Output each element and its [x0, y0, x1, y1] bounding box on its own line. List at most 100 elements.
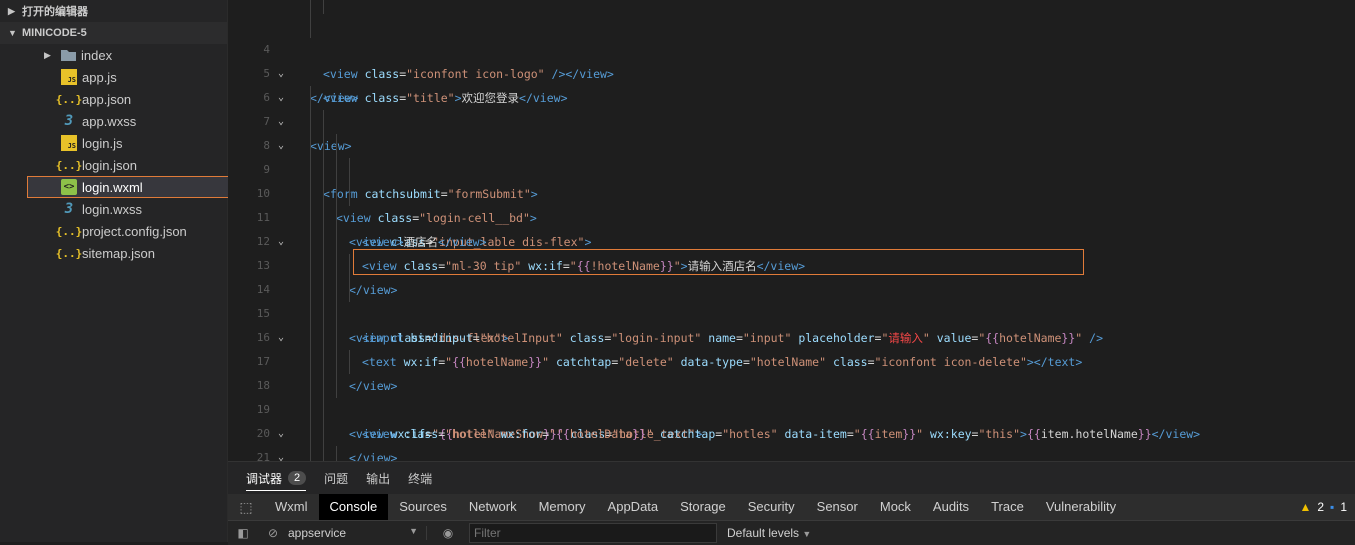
tab-label: 问题: [324, 471, 349, 486]
chevron-down-icon[interactable]: ⌄: [278, 62, 284, 86]
explorer-sidebar: ▶ 打开的编辑器 ▼ MINICODE-5 ▶ index JS app.js …: [0, 0, 233, 542]
tree-item-label: app.wxss: [82, 113, 137, 129]
tree-item-index[interactable]: ▶ index: [0, 44, 227, 66]
tree-item-label: login.js: [82, 135, 123, 151]
devtab-storage[interactable]: Storage: [669, 494, 737, 520]
wxml-file-icon: <>: [61, 179, 77, 195]
code-line: 5 </view>: [228, 38, 1355, 105]
devtab-console[interactable]: Console: [318, 494, 389, 520]
devtab-sensor[interactable]: Sensor: [806, 494, 869, 520]
levels-label: Default levels: [727, 526, 800, 540]
code-line: 15 <text wx:if="{{hotelName}}" catchtap=…: [228, 278, 1355, 369]
code-line: <view class="iconfont icon-logo" /></vie…: [228, 0, 1355, 81]
levels-select[interactable]: Default levels ▼: [727, 526, 811, 540]
chevron-down-icon[interactable]: ⌄: [278, 422, 284, 446]
tree-item-sitemap-json[interactable]: {..} sitemap.json: [0, 242, 227, 264]
messages-count: 1: [1340, 500, 1347, 514]
open-editors-header[interactable]: ▶ 打开的编辑器: [0, 0, 227, 22]
devtab-mock[interactable]: Mock: [869, 494, 922, 520]
css-file-icon: 3: [64, 113, 74, 129]
code-line: 4 <view class="title">欢迎您登录</view>: [228, 14, 1355, 105]
tab-problems[interactable]: 问题: [324, 470, 348, 487]
devtab-trace[interactable]: Trace: [980, 494, 1035, 520]
tree-item-label: login.json: [82, 157, 137, 173]
code-line: 13 ⌄ <view class="dis-flex">: [228, 230, 1355, 345]
tab-output[interactable]: 输出: [366, 470, 390, 487]
issue-counters[interactable]: ▲ 2 ▪ 1: [1299, 500, 1347, 514]
devtab-memory[interactable]: Memory: [528, 494, 597, 520]
count-badge: 2: [288, 471, 307, 485]
devtab-appdata[interactable]: AppData: [597, 494, 670, 520]
json-file-icon: {..}: [55, 224, 83, 238]
tab-label: 终端: [408, 471, 433, 486]
tab-debugger[interactable]: 调试器 2: [246, 470, 307, 491]
chevron-down-icon[interactable]: ⌄: [278, 326, 284, 350]
css-file-icon: 3: [64, 201, 74, 217]
tree-item-label: project.config.json: [82, 223, 187, 239]
chevron-down-icon[interactable]: ⌄: [278, 134, 284, 158]
devtab-wxml[interactable]: Wxml: [264, 494, 319, 520]
dropdown-arrow-icon: ▼: [802, 529, 812, 539]
js-file-icon: JS: [61, 69, 77, 85]
tree-item-login-wxss[interactable]: 3 login.wxss: [0, 198, 227, 220]
panel-tabs: 调试器 2 问题 输出 终端: [228, 462, 1355, 494]
tree-item-project-config-json[interactable]: {..} project.config.json: [0, 220, 227, 242]
tree-item-app-js[interactable]: JS app.js: [0, 66, 227, 88]
code-line: 12 </view>: [228, 206, 1355, 297]
tree-item-label: app.js: [82, 69, 117, 85]
chevron-down-icon[interactable]: ⌄: [278, 110, 284, 134]
context-value: appservice: [288, 526, 347, 540]
eye-icon[interactable]: ◉: [433, 526, 463, 540]
chevron-down-icon[interactable]: ⌄: [278, 230, 284, 254]
tree-item-label: sitemap.json: [82, 245, 155, 261]
dropdown-arrow-icon: ▼: [409, 526, 418, 536]
code-line: 6 ⌄ <view>: [228, 62, 1355, 153]
code-editor[interactable]: <view class="iconfont icon-logo" /></vie…: [228, 0, 1355, 461]
js-file-icon: JS: [61, 135, 77, 151]
devtab-security[interactable]: Security: [737, 494, 806, 520]
tab-label: 调试器: [246, 471, 283, 486]
project-label: MINICODE-5: [22, 27, 87, 39]
folder-icon: [60, 47, 76, 63]
sidebar-toggle-icon[interactable]: ◧: [228, 526, 258, 540]
tab-label: 输出: [366, 471, 391, 486]
chevron-down-icon[interactable]: ⌄: [278, 446, 284, 461]
code-line: 19 </view>: [228, 374, 1355, 461]
project-header[interactable]: ▼ MINICODE-5: [0, 22, 227, 44]
tree-item-label: login.wxss: [82, 201, 142, 217]
devtools-tabs: ⬚ Wxml Console Sources Network Memory Ap…: [228, 494, 1355, 520]
code-line: 11 <view class="ml-30 tip" wx:if="{{!hot…: [228, 182, 1355, 273]
chevron-right-icon: ▶: [8, 5, 15, 16]
devtab-network[interactable]: Network: [458, 494, 528, 520]
tab-terminal[interactable]: 终端: [408, 470, 432, 487]
tree-item-app-json[interactable]: {..} app.json: [0, 88, 227, 110]
filter-input[interactable]: [469, 523, 717, 543]
chevron-right-icon: ▶: [44, 49, 51, 60]
tree-item-app-wxss[interactable]: 3 app.wxss: [0, 110, 227, 132]
code-line: 18 <view class="hotle" wx:for="{{hotelDa…: [228, 350, 1355, 441]
code-line: 22 ⌄ <view class="input_lable dis-flex">: [228, 446, 1355, 461]
code-line: 21 ⌄ <view class="login-cell__bd mt-55">: [228, 422, 1355, 461]
chevron-down-icon[interactable]: ⌄: [278, 86, 284, 110]
code-line: 7 ⌄ <form catchsubmit="formSubmit">: [228, 86, 1355, 201]
tree-item-label: app.json: [82, 91, 132, 107]
devtab-audits[interactable]: Audits: [922, 494, 980, 520]
code-line: 20 </view>: [228, 398, 1355, 440]
json-file-icon: {..}: [55, 246, 83, 260]
tree-item-login-wxml[interactable]: <> login.wxml: [27, 176, 233, 198]
warning-icon: ▲: [1299, 500, 1312, 514]
devtab-sources[interactable]: Sources: [388, 494, 458, 520]
json-file-icon: {..}: [55, 92, 83, 106]
tree-item-login-js[interactable]: JS login.js: [0, 132, 227, 154]
clear-console-icon[interactable]: ⊘: [258, 526, 288, 540]
chevron-down-icon: ▼: [8, 28, 17, 38]
context-select[interactable]: appservice ▼: [288, 526, 427, 540]
message-icon: ▪: [1330, 500, 1335, 514]
tree-item-login-json[interactable]: {..} login.json: [0, 154, 227, 176]
json-file-icon: {..}: [55, 158, 83, 172]
bottom-panel: 调试器 2 问题 输出 终端 ⬚ Wxml Console Sources Ne…: [228, 461, 1355, 545]
devtab-vulnerability[interactable]: Vulnerability: [1035, 494, 1127, 520]
code-line: 9 ⌄ <view class="input_lable dis-flex">: [228, 134, 1355, 249]
warnings-count: 2: [1317, 500, 1325, 514]
inspect-element-icon[interactable]: ⬚: [228, 499, 264, 516]
